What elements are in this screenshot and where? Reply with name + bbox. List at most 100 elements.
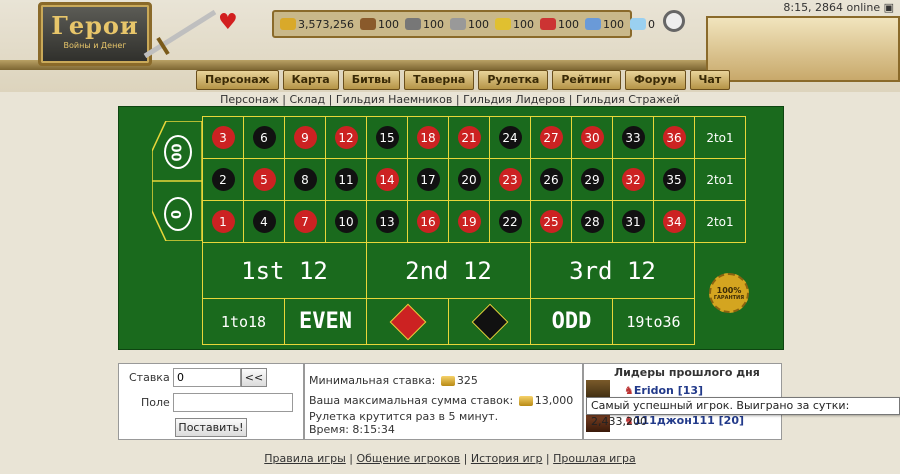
field-input[interactable]: [173, 393, 293, 412]
bet-number-16[interactable]: 16: [407, 200, 449, 243]
bet-number-10[interactable]: 10: [325, 200, 367, 243]
bet-number-26[interactable]: 26: [530, 158, 572, 201]
stake-input[interactable]: [173, 368, 241, 387]
bet-number-13[interactable]: 13: [366, 200, 408, 243]
bet-ODD[interactable]: ODD: [530, 298, 613, 345]
menu-item[interactable]: Карта: [282, 70, 339, 90]
submenu-link[interactable]: Гильдия Лидеров: [463, 93, 565, 106]
resource-mercury: 100: [449, 18, 489, 31]
resource-diamonds: 0: [629, 18, 655, 31]
bet-zero[interactable]: 0: [164, 197, 192, 231]
bet-number-7[interactable]: 7: [284, 200, 326, 243]
separator: |: [452, 93, 464, 106]
bet-number-24[interactable]: 24: [489, 116, 531, 159]
min-bet-label: Минимальная ставка:: [309, 374, 436, 387]
health-heart-icon[interactable]: ♥: [218, 10, 238, 35]
bet-number-6[interactable]: 6: [243, 116, 285, 159]
number-chip: 5: [252, 168, 276, 191]
menu-item[interactable]: Битвы: [342, 70, 401, 90]
bet-number-29[interactable]: 29: [571, 158, 613, 201]
bet-number-19[interactable]: 19: [448, 200, 490, 243]
bet-double-zero[interactable]: 00: [164, 135, 192, 169]
footer-link[interactable]: Общение игроков: [356, 452, 460, 465]
submenu-link[interactable]: Склад: [289, 93, 325, 106]
number-chip: 18: [416, 126, 440, 149]
bet-number-3[interactable]: 3: [202, 116, 244, 159]
bet-number-1[interactable]: 1: [202, 200, 244, 243]
bet-column-3[interactable]: 2to1: [694, 200, 746, 243]
bet-dozen-2[interactable]: 2nd 12: [366, 242, 531, 299]
number-chip: 9: [293, 126, 317, 149]
ring-icon[interactable]: [663, 10, 685, 32]
menu-item[interactable]: Персонаж: [196, 70, 279, 90]
guarantee-badge: 100% ГАРАНТИЯ: [709, 273, 749, 313]
bet-number-31[interactable]: 31: [612, 200, 654, 243]
stake-label: Ставка: [129, 371, 170, 384]
bet-number-9[interactable]: 9: [284, 116, 326, 159]
bet-number-28[interactable]: 28: [571, 200, 613, 243]
bet-number-30[interactable]: 30: [571, 116, 613, 159]
menu-item[interactable]: Рулетка: [478, 70, 549, 90]
bet-19to36[interactable]: 19to36: [612, 298, 695, 345]
number-chip: 27: [539, 126, 563, 149]
bet-number-25[interactable]: 25: [530, 200, 572, 243]
wood-icon: [359, 18, 376, 30]
double-zero-label: 00: [170, 142, 186, 162]
leader-2-level: [20]: [718, 414, 745, 427]
menu-item[interactable]: Таверна: [404, 70, 475, 90]
menu-item[interactable]: Форум: [625, 70, 686, 90]
min-bet-row: Минимальная ставка: 325: [309, 374, 478, 387]
bet-number-17[interactable]: 17: [407, 158, 449, 201]
bet-number-33[interactable]: 33: [612, 116, 654, 159]
sub-menu: Персонаж | Склад | Гильдия Наемников | Г…: [0, 93, 900, 106]
crystals-icon: [539, 18, 556, 30]
bet-number-18[interactable]: 18: [407, 116, 449, 159]
stake-max-button[interactable]: <<: [241, 368, 267, 387]
bet-number-36[interactable]: 36: [653, 116, 695, 159]
bet-1to18[interactable]: 1to18: [202, 298, 285, 345]
bet-number-5[interactable]: 5: [243, 158, 285, 201]
bet-column-1[interactable]: 2to1: [694, 116, 746, 159]
bet-dozen-3[interactable]: 3rd 12: [530, 242, 695, 299]
submenu-link[interactable]: Гильдия Наемников: [336, 93, 453, 106]
submenu-link[interactable]: Персонаж: [220, 93, 279, 106]
bet-number-21[interactable]: 21: [448, 116, 490, 159]
bet-number-12[interactable]: 12: [325, 116, 367, 159]
bet-EVEN[interactable]: EVEN: [284, 298, 367, 345]
number-chip: 24: [498, 126, 522, 149]
bet-number-4[interactable]: 4: [243, 200, 285, 243]
place-bet-button[interactable]: Поставить!: [175, 418, 247, 437]
bet-number-23[interactable]: 23: [489, 158, 531, 201]
bet-number-35[interactable]: 35: [653, 158, 695, 201]
resource-ore-value: 100: [422, 17, 444, 31]
bet-number-27[interactable]: 27: [530, 116, 572, 159]
menu-item[interactable]: Рейтинг: [552, 70, 622, 90]
footer-link[interactable]: История игр: [471, 452, 543, 465]
bet-black-diamond[interactable]: [448, 298, 531, 345]
bet-number-15[interactable]: 15: [366, 116, 408, 159]
bet-number-8[interactable]: 8: [284, 158, 326, 201]
bet-number-20[interactable]: 20: [448, 158, 490, 201]
leader-1[interactable]: ♞Eridon [13]: [624, 384, 703, 397]
number-chip: 1: [211, 210, 235, 233]
bet-dozen-1[interactable]: 1st 12: [202, 242, 367, 299]
game-logo[interactable]: Герои Войны и Денег: [38, 2, 152, 66]
dozen-label: 1st 12: [241, 256, 328, 285]
bet-number-34[interactable]: 34: [653, 200, 695, 243]
bet-column-2[interactable]: 2to1: [694, 158, 746, 201]
bet-red-diamond[interactable]: [366, 298, 449, 345]
number-chip: 12: [334, 126, 358, 149]
footer-link[interactable]: Правила игры: [264, 452, 346, 465]
bet-number-22[interactable]: 22: [489, 200, 531, 243]
bet-number-2[interactable]: 2: [202, 158, 244, 201]
footer-link[interactable]: Прошлая игра: [553, 452, 636, 465]
number-chip: 23: [498, 168, 522, 191]
bet-number-32[interactable]: 32: [612, 158, 654, 201]
leader-1-level: [13]: [677, 384, 704, 397]
castle-image[interactable]: [706, 16, 900, 82]
bet-number-14[interactable]: 14: [366, 158, 408, 201]
gold-icon: [280, 18, 296, 30]
menu-item[interactable]: Чат: [689, 70, 731, 90]
submenu-link[interactable]: Гильдия Стражей: [576, 93, 680, 106]
bet-number-11[interactable]: 11: [325, 158, 367, 201]
